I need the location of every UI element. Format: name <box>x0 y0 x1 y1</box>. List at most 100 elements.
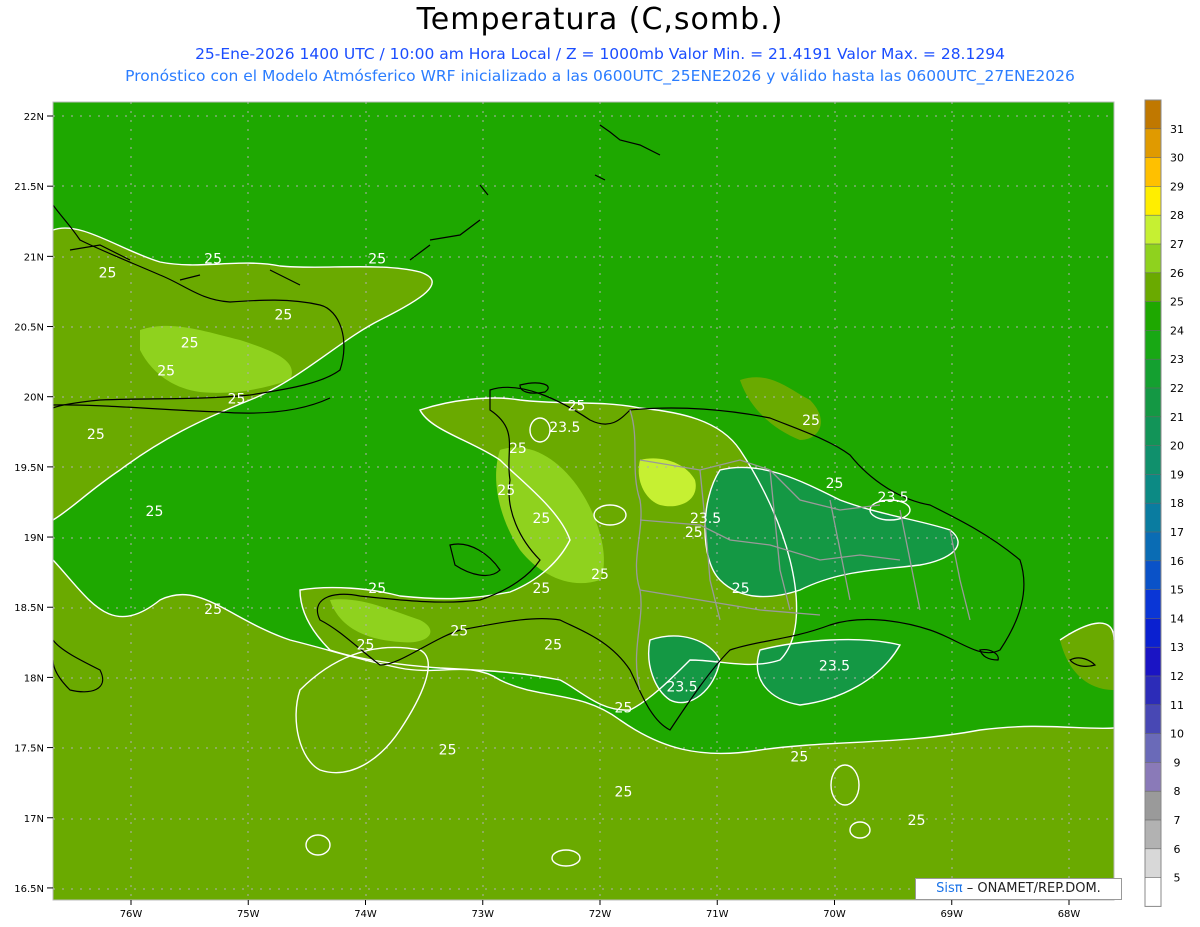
lat-tick-label: 19N <box>24 533 44 544</box>
colorbar-swatch <box>1145 100 1161 129</box>
contour-label: 25 <box>790 750 808 766</box>
colorbar-label: 14 <box>1170 612 1184 625</box>
colorbar-label: 21 <box>1170 411 1184 424</box>
lat-tick-label: 17.5N <box>14 744 44 755</box>
contour-label: 25 <box>591 567 609 583</box>
colorbar-label: 18 <box>1170 497 1184 510</box>
colorbar-label: 9 <box>1174 756 1181 769</box>
colorbar-swatch <box>1145 733 1161 763</box>
contour-label: 25 <box>615 700 633 716</box>
colorbar-label: 6 <box>1174 843 1181 856</box>
contour-label: 25 <box>228 392 246 408</box>
colorbar-label: 30 <box>1170 152 1184 165</box>
lon-tick-label: 68W <box>1058 909 1081 920</box>
contour-label: 23.5 <box>819 658 850 674</box>
credit-box: Sisπ – ONAMET/REP.DOM. <box>915 878 1122 900</box>
colorbar-swatch <box>1145 157 1161 187</box>
colorbar-swatch <box>1145 330 1161 360</box>
colorbar-label: 13 <box>1170 641 1184 654</box>
colorbar-swatch <box>1145 244 1161 273</box>
credit-brand: Sisπ <box>936 881 963 896</box>
contour-label: 25 <box>532 581 550 597</box>
colorbar-label: 22 <box>1170 382 1184 395</box>
colorbar-swatch <box>1145 618 1161 648</box>
colorbar-swatch <box>1145 128 1161 158</box>
lat-tick-label: 18.5N <box>14 603 44 614</box>
colorbar-swatch <box>1145 848 1161 878</box>
colorbar-swatch <box>1145 647 1161 676</box>
latitude-axis: 22N 21.5N 21N 20.5N 20N 19.5N 19N 18.5N 18N 17.5N… <box>14 112 53 895</box>
contour-label: 23.5 <box>666 679 697 695</box>
colorbar-swatch <box>1145 676 1161 705</box>
temperature-colorbar: 31 30 29 28 27 26 25 24 23 22 21 20 19 18 17 16 15 14 13 12… <box>1144 99 1184 907</box>
lat-tick-label: 18N <box>24 673 44 684</box>
contour-label: 25 <box>357 637 375 653</box>
colorbar-swatch <box>1145 820 1161 849</box>
lat-tick-label: 20.5N <box>14 323 44 334</box>
contour-label: 25 <box>826 476 844 492</box>
colorbar-swatch <box>1145 474 1161 504</box>
lat-tick-label: 17N <box>24 814 44 825</box>
longitude-axis: 76W 75W 74W 73W 72W 71W 70W 69W 68W <box>120 900 1081 920</box>
lon-tick-label: 74W <box>354 909 377 920</box>
lon-tick-label: 69W <box>940 909 963 920</box>
contour-label: 25 <box>181 336 199 352</box>
colorbar-swatch <box>1145 186 1161 216</box>
colorbar-label: 26 <box>1170 267 1184 280</box>
colorbar-label: 16 <box>1170 555 1184 568</box>
colorbar-label: 10 <box>1170 728 1184 741</box>
colorbar-swatch <box>1145 532 1161 561</box>
contour-label: 25 <box>439 743 457 759</box>
contour-label: 25 <box>615 785 633 801</box>
colorbar-swatch <box>1145 215 1161 244</box>
colorbar-label: 28 <box>1170 209 1184 222</box>
contour-label: 25 <box>802 413 820 429</box>
contour-label: 25 <box>275 308 293 324</box>
colorbar-swatch <box>1145 445 1161 475</box>
lon-tick-label: 71W <box>706 909 729 920</box>
contour-label: 23.5 <box>549 420 580 436</box>
colorbar-label: 31 <box>1170 123 1184 136</box>
colorbar-label: 19 <box>1170 468 1184 481</box>
colorbar-swatch <box>1145 272 1161 302</box>
contour-label: 25 <box>908 813 926 829</box>
credit-org: – ONAMET/REP.DOM. <box>966 881 1101 896</box>
colorbar-swatch <box>1145 560 1161 590</box>
lat-tick-label: 20N <box>24 393 44 404</box>
colorbar-label: 12 <box>1170 670 1184 683</box>
lon-tick-label: 75W <box>237 909 260 920</box>
colorbar-label: 7 <box>1174 814 1181 827</box>
contour-label: 25 <box>497 483 515 499</box>
colorbar-label: 27 <box>1170 238 1184 251</box>
colorbar-swatch <box>1145 704 1161 734</box>
colorbar-swatch <box>1145 503 1161 532</box>
contour-label: 25 <box>544 637 562 653</box>
lat-tick-label: 19.5N <box>14 463 44 474</box>
contour-label: 25 <box>157 364 175 380</box>
contour-label: 25 <box>509 441 527 457</box>
lat-tick-label: 21.5N <box>14 182 44 193</box>
lat-tick-label: 21N <box>24 252 44 263</box>
colorbar-label: 8 <box>1174 785 1181 798</box>
lon-tick-label: 72W <box>589 909 612 920</box>
contour-label: 25 <box>204 251 222 267</box>
contour-label: 25 <box>568 399 586 415</box>
contour-label: 25 <box>532 511 550 527</box>
colorbar-label: 17 <box>1170 526 1184 539</box>
contour-label: 25 <box>204 602 222 618</box>
contour-label: 25 <box>732 581 750 597</box>
lon-tick-label: 73W <box>471 909 494 920</box>
contour-label: 25 <box>87 427 105 443</box>
lon-tick-label: 76W <box>120 909 143 920</box>
contour-label: 25 <box>368 251 386 267</box>
contour-label: 25 <box>450 623 468 639</box>
colorbar-label: 23 <box>1170 353 1184 366</box>
colorbar-swatch <box>1145 301 1161 331</box>
colorbar-swatch <box>1145 416 1161 446</box>
temperature-map: 25 25 25 25 25 25 25 25 25 23.5 25 25 25 25 25 25 23.5 23… <box>14 99 1184 920</box>
colorbar-label: 29 <box>1170 180 1184 193</box>
lon-tick-label: 70W <box>823 909 846 920</box>
colorbar-label: 24 <box>1170 324 1184 337</box>
colorbar-swatch <box>1145 877 1161 907</box>
contour-label: 25 <box>368 581 386 597</box>
